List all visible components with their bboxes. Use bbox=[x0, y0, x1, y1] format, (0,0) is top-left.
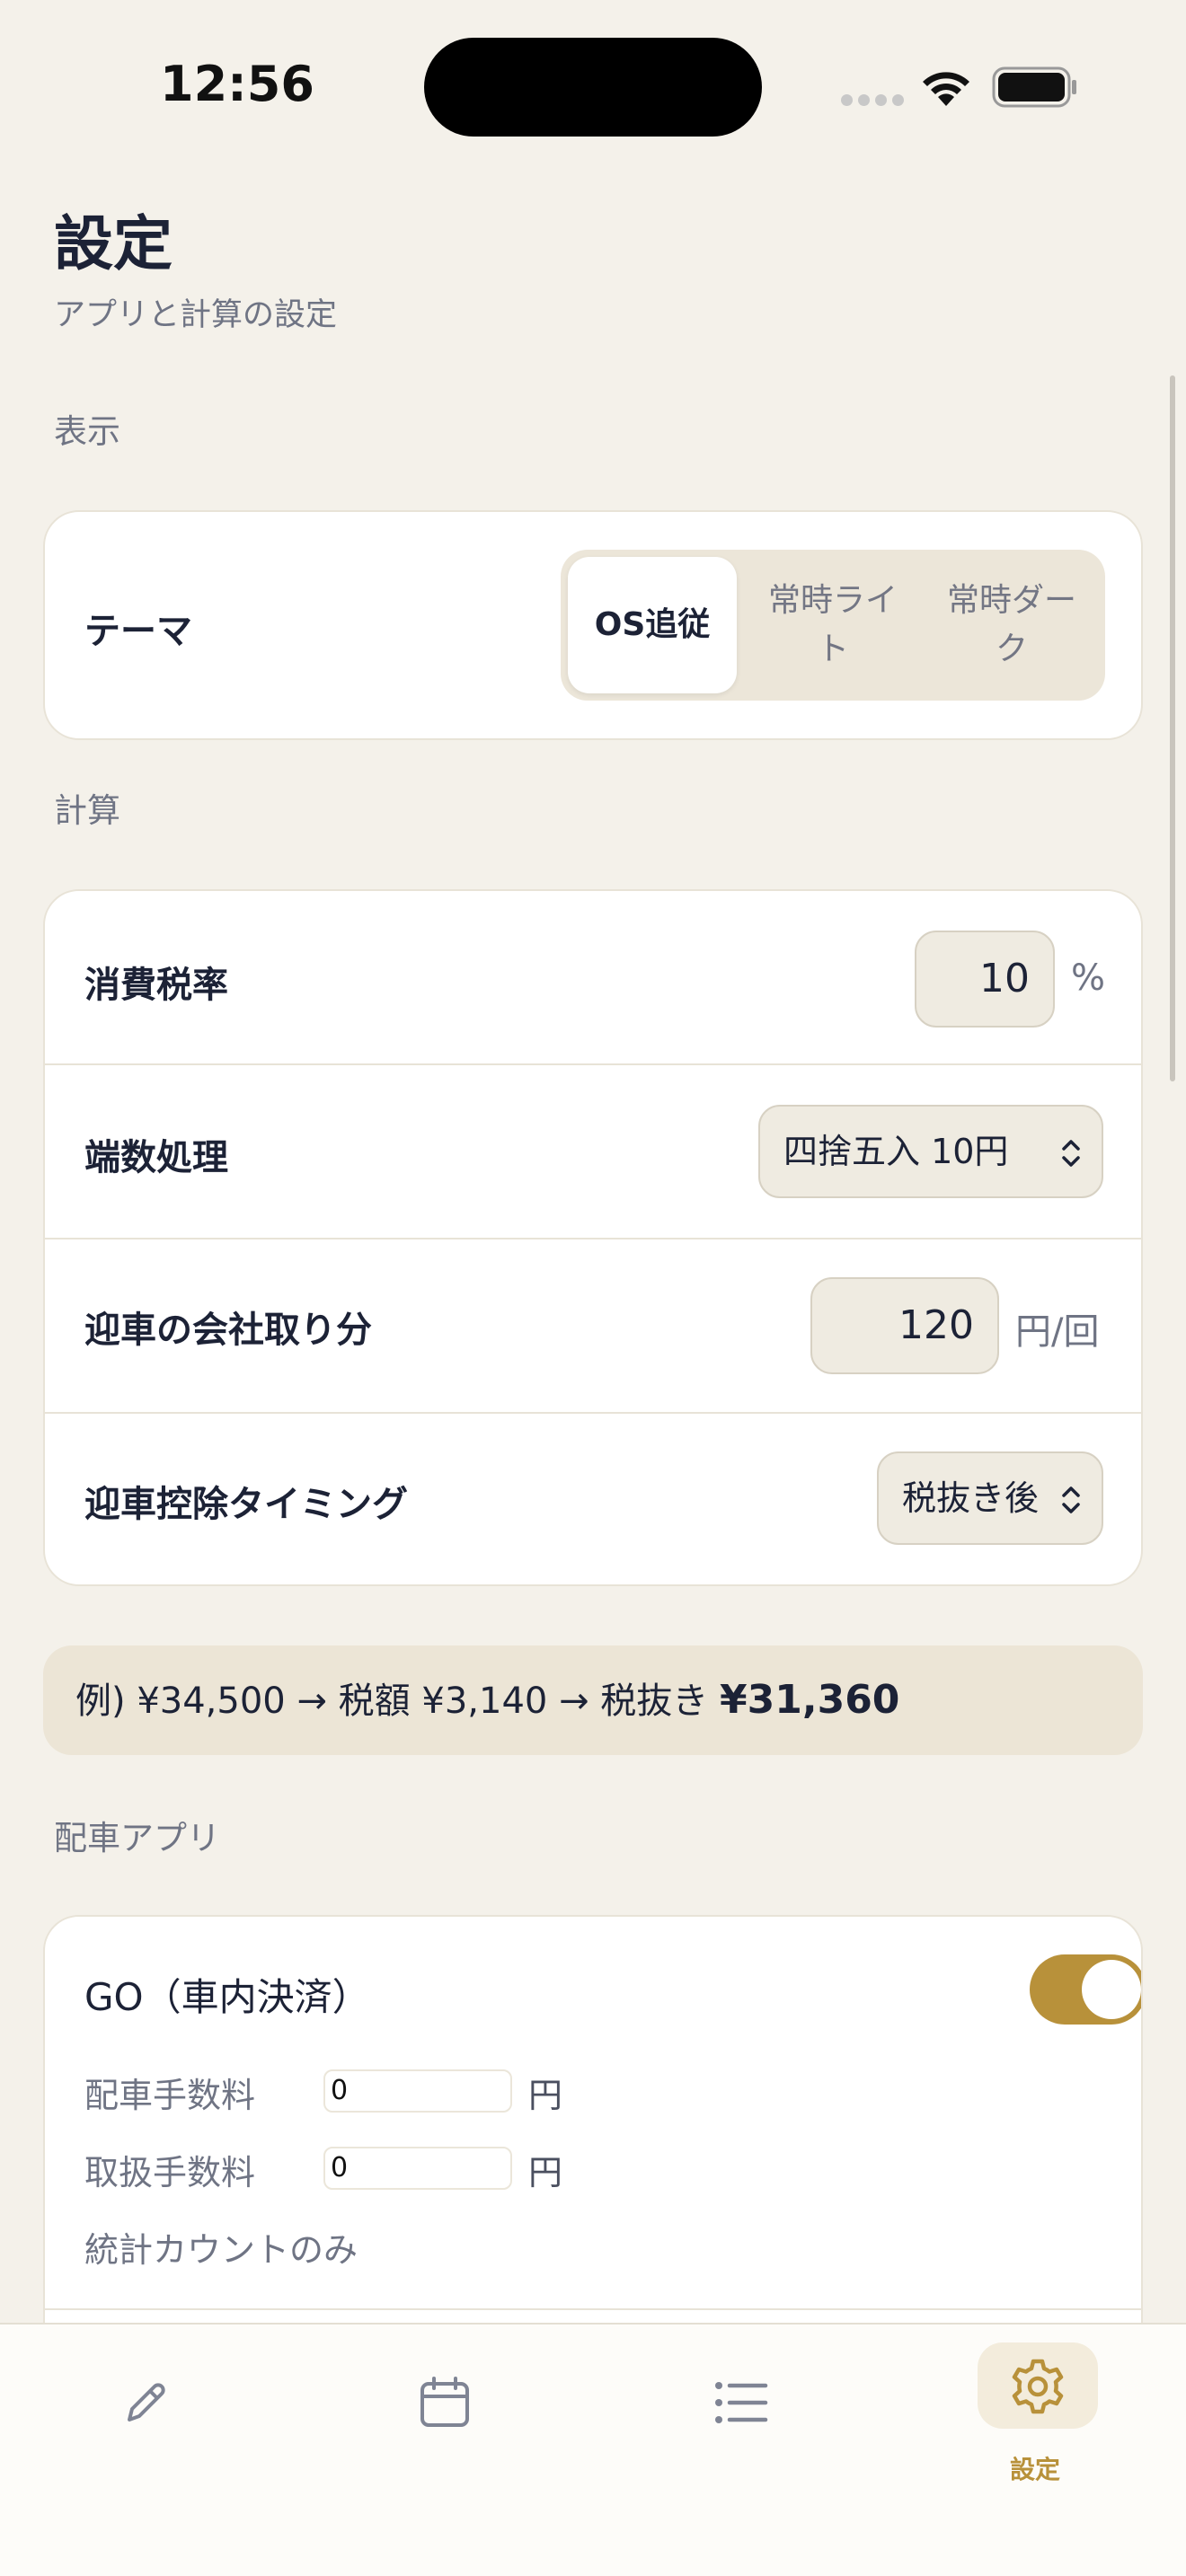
theme-option-label: 常時ダーク bbox=[946, 582, 1076, 667]
tax-example-text: 例) ¥34,500 → 税額 ¥3,140 → 税抜き bbox=[75, 1681, 721, 1722]
dispatch-app-toggle[interactable] bbox=[1030, 1954, 1141, 2025]
tax-rate-input[interactable]: 10 bbox=[915, 931, 1055, 1028]
theme-option-label: 常時ライト bbox=[767, 582, 898, 667]
status-time: 12:56 bbox=[160, 56, 314, 112]
dispatch-app-card: GO（車内決済） 配車手数料 0 円 取扱手数料 0 円 統計カウントのみ bbox=[43, 1915, 1143, 2382]
pencil-icon bbox=[128, 2383, 165, 2422]
tab-input[interactable] bbox=[120, 2377, 173, 2432]
pickup-fee-unit: 円/回 bbox=[1015, 1311, 1100, 1353]
row-divider bbox=[45, 1412, 1141, 1414]
cellular-signal-icon bbox=[841, 94, 904, 106]
theme-label: テーマ bbox=[84, 611, 192, 652]
display-card: テーマ OS追従 常時ライト 常時ダーク bbox=[43, 510, 1143, 740]
theme-option-label: OS追従 bbox=[594, 606, 711, 643]
section-label-calc: 計算 bbox=[54, 791, 120, 830]
rounding-select[interactable]: 四捨五入 10円 bbox=[758, 1105, 1103, 1198]
pickup-timing-select[interactable]: 税抜き後 bbox=[877, 1451, 1103, 1545]
toggle-knob bbox=[1082, 1960, 1141, 2019]
page-subtitle: アプリと計算の設定 bbox=[54, 297, 338, 333]
stats-only-note: 統計カウントのみ bbox=[84, 2230, 358, 2270]
list-icon bbox=[715, 2382, 768, 2423]
tax-example-result: ¥31,360 bbox=[720, 1677, 900, 1723]
page-title: 設定 bbox=[54, 209, 173, 278]
tab-list[interactable] bbox=[713, 2378, 769, 2430]
rounding-select-value: 四捨五入 10円 bbox=[783, 1132, 1009, 1171]
dispatch-fee-label: 配車手数料 bbox=[84, 2076, 256, 2115]
scrollbar[interactable] bbox=[1170, 375, 1175, 1081]
battery-icon bbox=[992, 66, 1076, 108]
dispatch-app-name: GO（車内決済） bbox=[84, 1975, 370, 2019]
dispatch-fee-input[interactable]: 0 bbox=[323, 2069, 512, 2113]
chevron-updown-icon bbox=[1062, 1486, 1080, 1513]
row-divider bbox=[45, 1238, 1141, 1239]
calc-card: 消費税率 10 % 端数処理 四捨五入 10円 迎車の会社取り分 120 円/回… bbox=[43, 889, 1143, 1586]
tab-settings-label: 設定 bbox=[1010, 2455, 1061, 2484]
theme-option-light[interactable]: 常時ライト bbox=[748, 557, 918, 693]
tab-bar: 設定 bbox=[0, 2323, 1186, 2576]
handling-fee-input[interactable]: 0 bbox=[323, 2147, 512, 2190]
gear-icon bbox=[1012, 2359, 1064, 2414]
pickup-fee-label: 迎車の会社取り分 bbox=[84, 1310, 372, 1351]
dispatch-fee-unit: 円 bbox=[528, 2076, 563, 2115]
handling-fee-unit: 円 bbox=[528, 2153, 563, 2192]
dynamic-island bbox=[424, 38, 762, 137]
chevron-updown-icon bbox=[1062, 1140, 1080, 1167]
theme-option-dark[interactable]: 常時ダーク bbox=[925, 557, 1098, 693]
wifi-icon bbox=[923, 72, 969, 106]
row-divider bbox=[45, 2308, 1141, 2310]
pickup-timing-label: 迎車控除タイミング bbox=[84, 1484, 408, 1525]
pickup-fee-input[interactable]: 120 bbox=[810, 1277, 999, 1374]
theme-segmented-control: OS追従 常時ライト 常時ダーク bbox=[561, 550, 1105, 701]
tax-rate-unit: % bbox=[1071, 957, 1106, 999]
calendar-icon bbox=[420, 2377, 469, 2427]
section-label-dispatch: 配車アプリ bbox=[54, 1819, 220, 1857]
handling-fee-label: 取扱手数料 bbox=[84, 2153, 256, 2192]
row-divider bbox=[45, 1063, 1141, 1065]
pickup-timing-select-value: 税抜き後 bbox=[902, 1478, 1040, 1518]
tab-calendar[interactable] bbox=[417, 2375, 473, 2434]
tax-rate-label: 消費税率 bbox=[84, 965, 228, 1006]
theme-option-os[interactable]: OS追従 bbox=[568, 557, 737, 693]
tax-example: 例) ¥34,500 → 税額 ¥3,140 → 税抜き ¥31,360 bbox=[43, 1645, 1143, 1755]
section-label-display: 表示 bbox=[54, 412, 120, 451]
rounding-label: 端数処理 bbox=[84, 1137, 228, 1178]
